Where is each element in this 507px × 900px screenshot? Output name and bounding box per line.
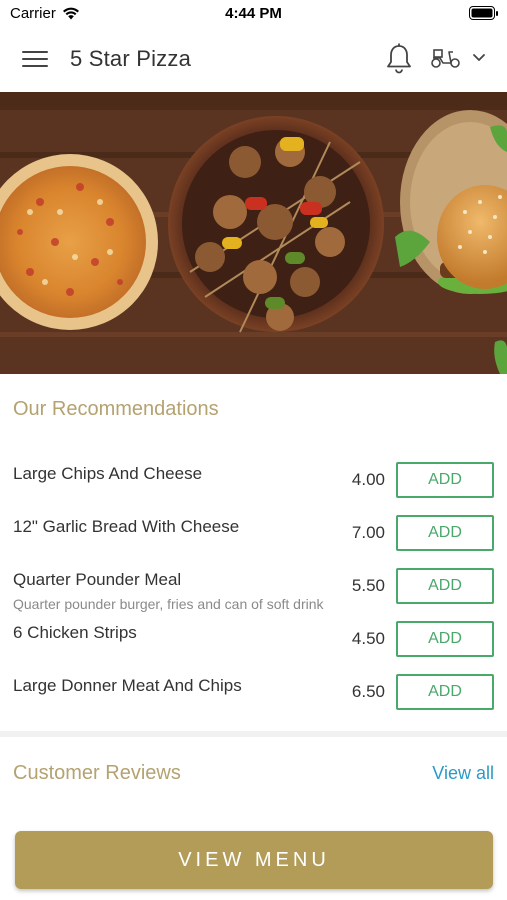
menu-item-price: 7.00 bbox=[351, 523, 385, 542]
battery-icon bbox=[469, 6, 498, 20]
add-to-cart-button[interactable]: ADD bbox=[396, 515, 494, 551]
carrier-label: Carrier bbox=[10, 5, 56, 22]
food-banner-illustration bbox=[0, 92, 507, 374]
menu-item-name: 12" Garlic Bread With Cheese bbox=[13, 517, 240, 536]
wifi-icon bbox=[62, 7, 79, 20]
recommendations-heading: Our Recommendations bbox=[13, 398, 219, 420]
scooter-icon[interactable] bbox=[430, 47, 462, 69]
menu-item-row: 12" Garlic Bread With Cheese 7.00 ADD bbox=[0, 513, 507, 566]
view-all-reviews-link[interactable]: View all bbox=[432, 763, 494, 784]
navigation-bar: 5 Star Pizza bbox=[0, 28, 507, 92]
add-to-cart-button[interactable]: ADD bbox=[396, 674, 494, 710]
menu-item-description: Quarter pounder burger, fries and can of… bbox=[13, 596, 324, 612]
menu-item-name: 6 Chicken Strips bbox=[13, 623, 137, 642]
restaurant-title: 5 Star Pizza bbox=[70, 46, 192, 71]
bell-icon[interactable] bbox=[385, 43, 413, 75]
menu-item-row: Quarter Pounder Meal Quarter pounder bur… bbox=[0, 566, 507, 619]
menu-item-price: 6.50 bbox=[351, 682, 385, 701]
add-to-cart-button[interactable]: ADD bbox=[396, 568, 494, 604]
menu-item-name: Large Chips And Cheese bbox=[13, 464, 203, 483]
carrier-indicator: Carrier bbox=[10, 5, 80, 22]
menu-item-name: Large Donner Meat And Chips bbox=[13, 676, 242, 695]
menu-item-price: 5.50 bbox=[351, 576, 385, 595]
menu-item-row: 6 Chicken Strips 4.50 ADD bbox=[0, 619, 507, 672]
view-menu-button[interactable]: VIEW MENU bbox=[15, 831, 493, 889]
section-divider bbox=[0, 731, 507, 737]
hero-food-image bbox=[0, 92, 507, 374]
add-to-cart-button[interactable]: ADD bbox=[396, 462, 494, 498]
menu-item-row: Large Donner Meat And Chips 6.50 ADD bbox=[0, 672, 507, 725]
chevron-down-icon[interactable] bbox=[472, 53, 486, 63]
add-to-cart-button[interactable]: ADD bbox=[396, 621, 494, 657]
menu-item-name: Quarter Pounder Meal bbox=[13, 570, 182, 589]
status-bar: Carrier 4:44 PM bbox=[0, 0, 507, 28]
customer-reviews-heading: Customer Reviews bbox=[13, 762, 181, 784]
hamburger-menu-icon[interactable] bbox=[22, 48, 48, 70]
menu-item-price: 4.00 bbox=[351, 470, 385, 489]
menu-item-price: 4.50 bbox=[351, 629, 385, 648]
menu-item-row: Large Chips And Cheese 4.00 ADD bbox=[0, 460, 507, 513]
